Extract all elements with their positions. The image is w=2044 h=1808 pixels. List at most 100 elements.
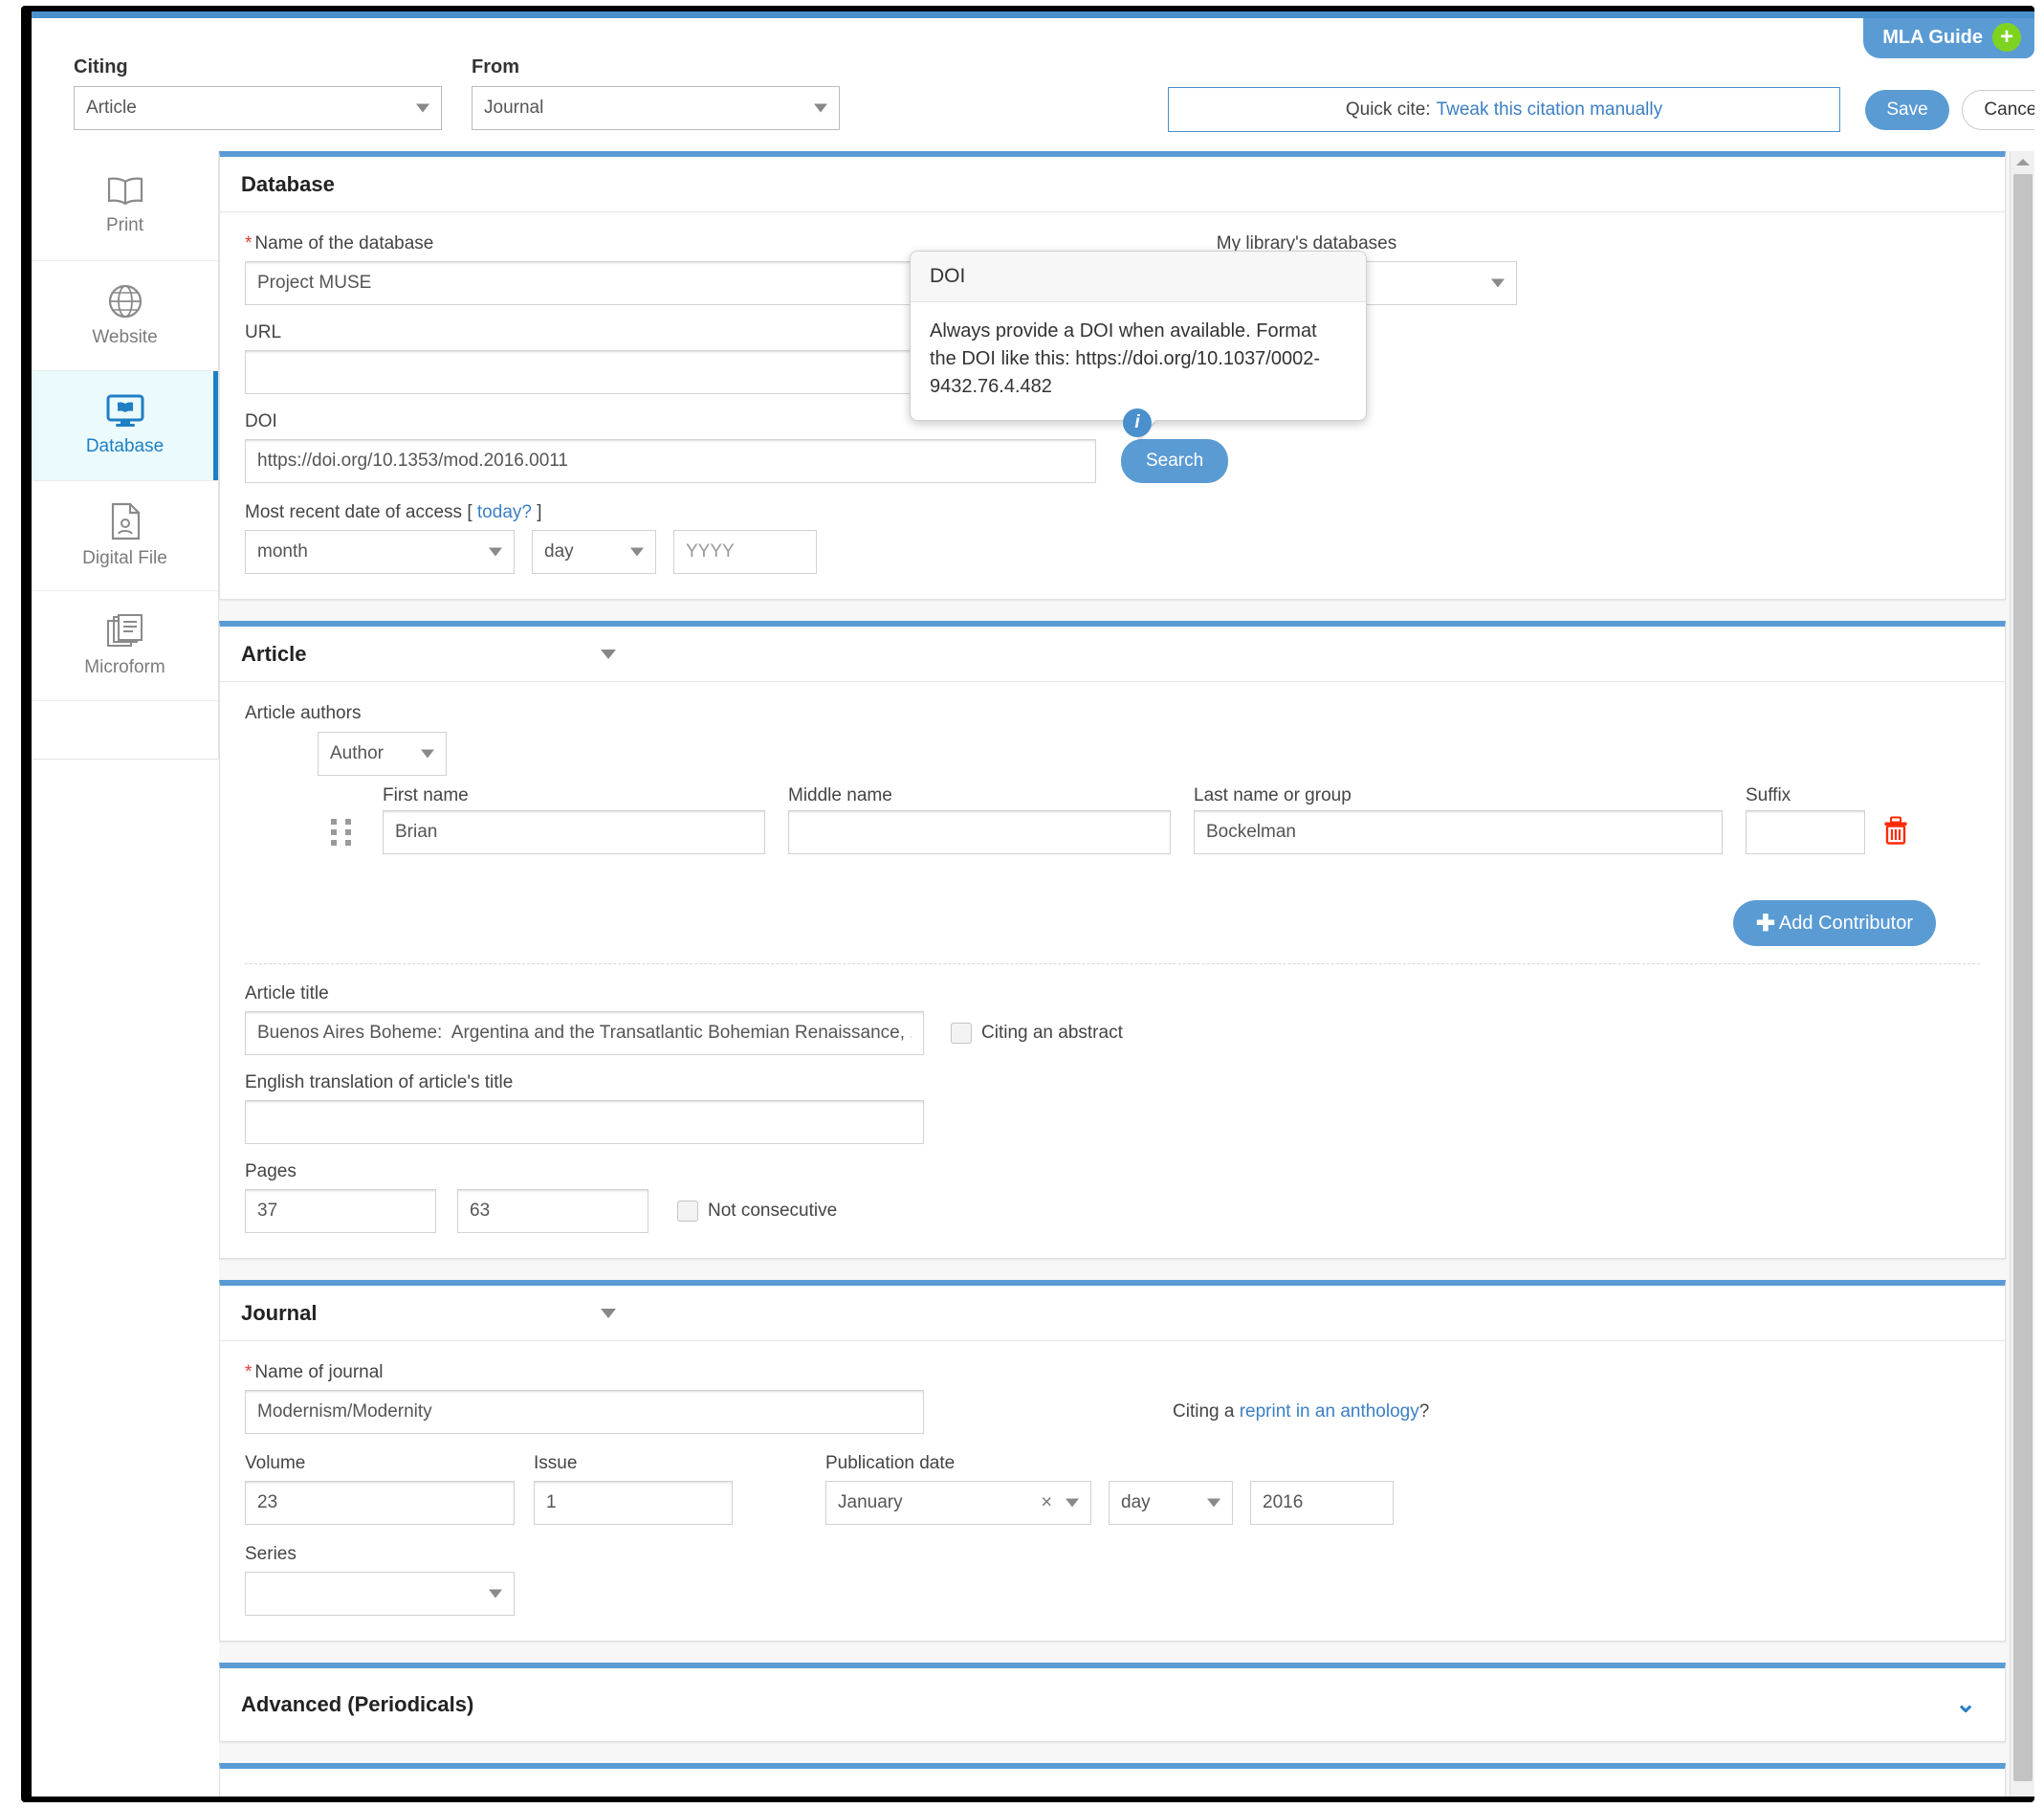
reprint-suffix: ? [1418, 1401, 1430, 1422]
pub-month-select[interactable]: January × [825, 1481, 1091, 1525]
article-panel-header[interactable]: Article [220, 627, 2005, 682]
annotation-panel: Annotation [219, 1763, 2006, 1797]
volume-input[interactable] [245, 1481, 515, 1525]
chevron-down-icon [489, 547, 502, 557]
doi-info-icon[interactable]: i [1123, 408, 1152, 437]
last-name-header: Last name or group [1194, 785, 1352, 805]
pub-month-value: January [838, 1492, 903, 1512]
article-translation-label: English translation of article's title [245, 1072, 514, 1092]
sidebar-item-label: Database [85, 436, 165, 456]
access-year-input[interactable] [673, 530, 817, 574]
sidebar-item-microform[interactable]: Microform [32, 591, 218, 701]
scroll-up-button[interactable] [2011, 151, 2034, 172]
reprint-anthology-link[interactable]: reprint in an anthology [1240, 1401, 1419, 1422]
sidebar-item-label: Microform [84, 657, 165, 677]
advanced-periodicals-header[interactable]: Advanced (Periodicals) ⌄ [220, 1668, 2005, 1741]
page-end-input[interactable] [457, 1189, 648, 1233]
checkbox-box[interactable] [677, 1201, 698, 1222]
sidebar-item-label: Print [105, 215, 144, 235]
from-select[interactable]: Journal [472, 86, 840, 130]
first-name-header: First name [383, 785, 469, 805]
doi-input[interactable] [245, 439, 1096, 483]
access-day-select[interactable]: day [532, 530, 656, 574]
annotation-header[interactable]: Annotation [220, 1769, 2005, 1797]
not-consecutive-checkbox[interactable]: Not consecutive [677, 1201, 837, 1222]
digital-file-icon [109, 502, 142, 540]
access-month-select[interactable]: month [245, 530, 515, 574]
save-button[interactable]: Save [1865, 90, 1949, 130]
cancel-button[interactable]: Cancel [1962, 90, 2034, 130]
pub-day-select[interactable]: day [1109, 1481, 1233, 1525]
doi-tooltip: DOI Always provide a DOI when available.… [910, 251, 1367, 438]
chevron-down-icon [814, 103, 827, 113]
quick-cite-bar[interactable]: Quick cite: Tweak this citation manually [1168, 87, 1840, 132]
clear-month-icon[interactable]: × [1041, 1492, 1052, 1514]
tweak-citation-link[interactable]: Tweak this citation manually [1437, 99, 1663, 121]
access-month-value: month [257, 541, 308, 562]
add-contributor-button[interactable]: ✚ Add Contributor [1732, 900, 1936, 946]
journal-name-input[interactable] [245, 1390, 924, 1434]
doi-search-button[interactable]: Search [1121, 439, 1229, 483]
sidebar-item-digital-file[interactable]: Digital File [32, 481, 218, 591]
scrollbar-thumb[interactable] [2013, 174, 2033, 1781]
article-panel-body: Article authors Author First name Middle… [220, 682, 2005, 1258]
doi-tooltip-body: Always provide a DOI when available. For… [930, 320, 1321, 397]
journal-name-label: * Name of journal [245, 1362, 384, 1382]
checkbox-box[interactable] [951, 1023, 972, 1044]
today-link[interactable]: today? [477, 502, 532, 522]
contributor-role-group: Author [318, 732, 1980, 776]
sidebar-item-label: Website [92, 327, 158, 347]
mla-guide-badge[interactable]: MLA Guide + [1863, 18, 2034, 58]
database-panel-header[interactable]: Database [220, 157, 2005, 212]
article-title-input[interactable] [245, 1011, 924, 1055]
sidebar-item-database[interactable]: Database [32, 371, 218, 481]
sidebar-item-website[interactable]: Website [32, 261, 218, 371]
series-select[interactable] [245, 1572, 515, 1616]
drag-handle-icon[interactable] [331, 819, 353, 846]
series-group: Series [245, 1544, 1980, 1616]
reprint-anthology-note: Citing a reprint in an anthology? [1173, 1401, 1429, 1434]
last-name-input[interactable] [1194, 810, 1723, 854]
section-divider [245, 963, 1980, 964]
citing-abstract-checkbox[interactable]: Citing an abstract [951, 1023, 1123, 1044]
delete-contributor-icon[interactable] [1882, 816, 1909, 849]
pub-day-value: day [1121, 1492, 1151, 1512]
chevron-down-icon[interactable] [601, 649, 616, 659]
issue-input[interactable] [534, 1481, 733, 1525]
citing-select[interactable]: Article [74, 86, 442, 130]
page-start-input[interactable] [245, 1189, 436, 1233]
reprint-prefix: Citing a [1173, 1401, 1240, 1422]
database-name-label: * Name of the database [245, 233, 434, 254]
article-panel-title: Article [241, 641, 307, 666]
journal-panel-title: Journal [241, 1300, 318, 1325]
chevron-down-icon[interactable]: ⌄ [1955, 1691, 1976, 1716]
issue-label: Issue [534, 1453, 578, 1473]
article-authors-label: Article authors [245, 703, 362, 723]
quick-cite-prefix: Quick cite: [1345, 99, 1431, 120]
doi-tooltip-title: DOI [911, 252, 1366, 302]
contributor-column-headers: First name Middle name Last name or grou… [245, 785, 1980, 810]
vertical-scrollbar[interactable] [2010, 151, 2034, 1797]
pages-label: Pages [245, 1161, 297, 1181]
from-select-value: Journal [484, 98, 544, 118]
suffix-input[interactable] [1746, 810, 1865, 854]
chevron-down-icon[interactable] [601, 1308, 616, 1318]
first-name-input[interactable] [383, 810, 765, 854]
middle-name-input[interactable] [788, 810, 1171, 854]
issue-group: Issue [534, 1453, 733, 1525]
database-name-input[interactable] [245, 261, 972, 305]
chevron-down-icon [1207, 1498, 1220, 1508]
citing-label: Citing [74, 56, 128, 77]
article-title-group: Article title Citing an abstract [245, 983, 1980, 1055]
contributor-role-select[interactable]: Author [318, 732, 447, 776]
pub-year-input[interactable] [1250, 1481, 1394, 1525]
article-panel: Article Article authors Author First nam… [219, 621, 2006, 1259]
plus-icon[interactable]: + [1992, 23, 2021, 52]
article-translation-input[interactable] [245, 1100, 924, 1144]
journal-panel-body: *Name of journal Citing a reprint in an … [220, 1341, 2005, 1641]
suffix-header: Suffix [1746, 785, 1791, 805]
journal-panel-header[interactable]: Journal [220, 1286, 2005, 1341]
sidebar-item-label: Digital File [82, 548, 167, 568]
sidebar-item-print[interactable]: Print [32, 151, 218, 261]
citing-abstract-label: Citing an abstract [981, 1023, 1123, 1043]
